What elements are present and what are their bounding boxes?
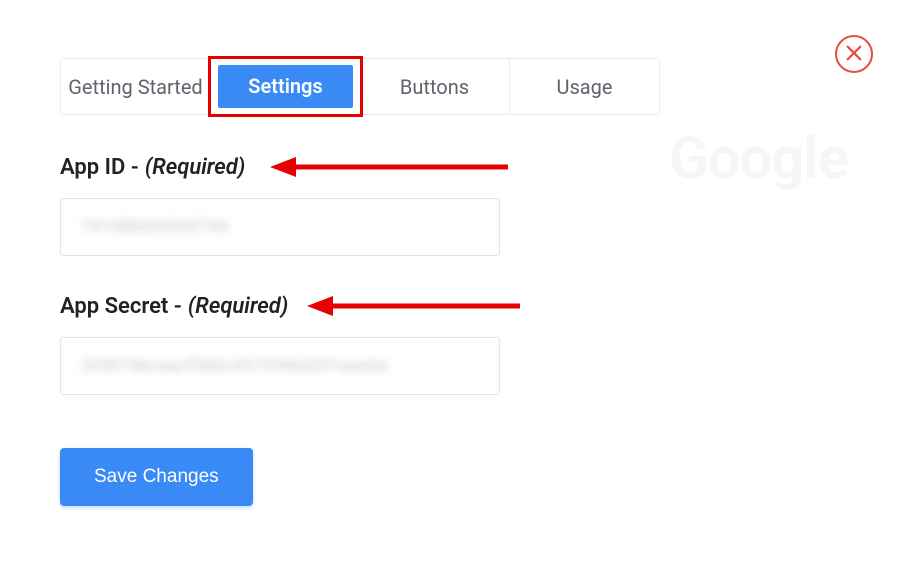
label-required: (Required) — [188, 294, 288, 319]
arrow-annotation-icon — [307, 296, 522, 316]
field-app-id: App ID - (Required) 741088455955744 — [60, 155, 500, 256]
tab-settings[interactable]: Settings — [208, 56, 363, 117]
arrow-annotation-icon — [270, 157, 510, 177]
app-secret-input[interactable]: 325074bcaacf580c457294b0201eee0e — [60, 337, 500, 395]
app-id-value: 741088455955744 — [81, 217, 229, 237]
tab-usage[interactable]: Usage — [510, 59, 659, 114]
app-secret-value: 325074bcaacf580c457294b0201eee0e — [81, 356, 388, 376]
label-prefix: App ID - — [60, 155, 139, 180]
tab-label: Usage — [556, 75, 612, 99]
tab-buttons[interactable]: Buttons — [360, 59, 510, 114]
close-button[interactable] — [835, 35, 873, 73]
label-required: (Required) — [145, 155, 245, 180]
tab-label: Buttons — [400, 75, 469, 99]
brand-watermark: Google — [669, 125, 848, 193]
tab-getting-started[interactable]: Getting Started — [61, 59, 211, 114]
app-id-input[interactable]: 741088455955744 — [60, 198, 500, 256]
tabs-bar: Getting Started Settings Buttons Usage — [60, 58, 660, 115]
tab-label: Getting Started — [68, 75, 202, 99]
close-icon — [845, 44, 863, 65]
save-label: Save Changes — [94, 466, 219, 487]
tab-label-active: Settings — [218, 65, 352, 108]
field-app-secret: App Secret - (Required) 325074bcaacf580c… — [60, 294, 500, 395]
label-prefix: App Secret - — [60, 294, 182, 319]
app-id-label: App ID - (Required) — [60, 155, 500, 180]
app-secret-label: App Secret - (Required) — [60, 294, 500, 319]
save-changes-button[interactable]: Save Changes — [60, 448, 253, 506]
